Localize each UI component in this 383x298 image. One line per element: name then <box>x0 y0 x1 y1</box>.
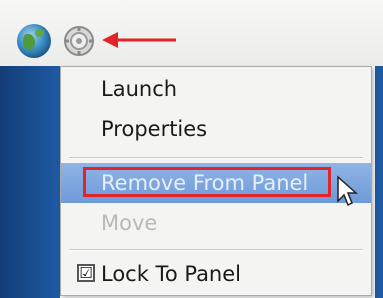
top-panel <box>0 0 383 66</box>
menu-item-label: Launch <box>101 77 178 101</box>
launcher-context-menu: Launch Properties Remove From Panel Move… <box>60 66 372 296</box>
menu-item-properties[interactable]: Properties <box>61 109 371 149</box>
annotation-arrow <box>102 32 176 48</box>
menu-item-lock-to-panel[interactable]: ☑ Lock To Panel <box>61 254 371 294</box>
mouse-pointer-icon <box>337 175 358 207</box>
globe-icon[interactable] <box>17 24 51 58</box>
annotation-highlight-box <box>83 167 331 197</box>
desktop-background-right <box>375 66 383 298</box>
gear-launcher-icon[interactable] <box>61 24 97 58</box>
menu-item-label: Move <box>101 211 158 235</box>
menu-item-move: Move <box>61 203 371 243</box>
menu-item-launch[interactable]: Launch <box>61 69 371 109</box>
menu-item-label: Lock To Panel <box>101 262 241 286</box>
menu-separator <box>69 157 363 159</box>
checkbox-checked-icon[interactable]: ☑ <box>77 264 95 282</box>
menu-separator <box>69 249 363 251</box>
desktop-background <box>0 66 60 298</box>
menu-item-remove-from-panel[interactable]: Remove From Panel <box>61 163 371 203</box>
menu-item-label: Properties <box>101 117 208 141</box>
